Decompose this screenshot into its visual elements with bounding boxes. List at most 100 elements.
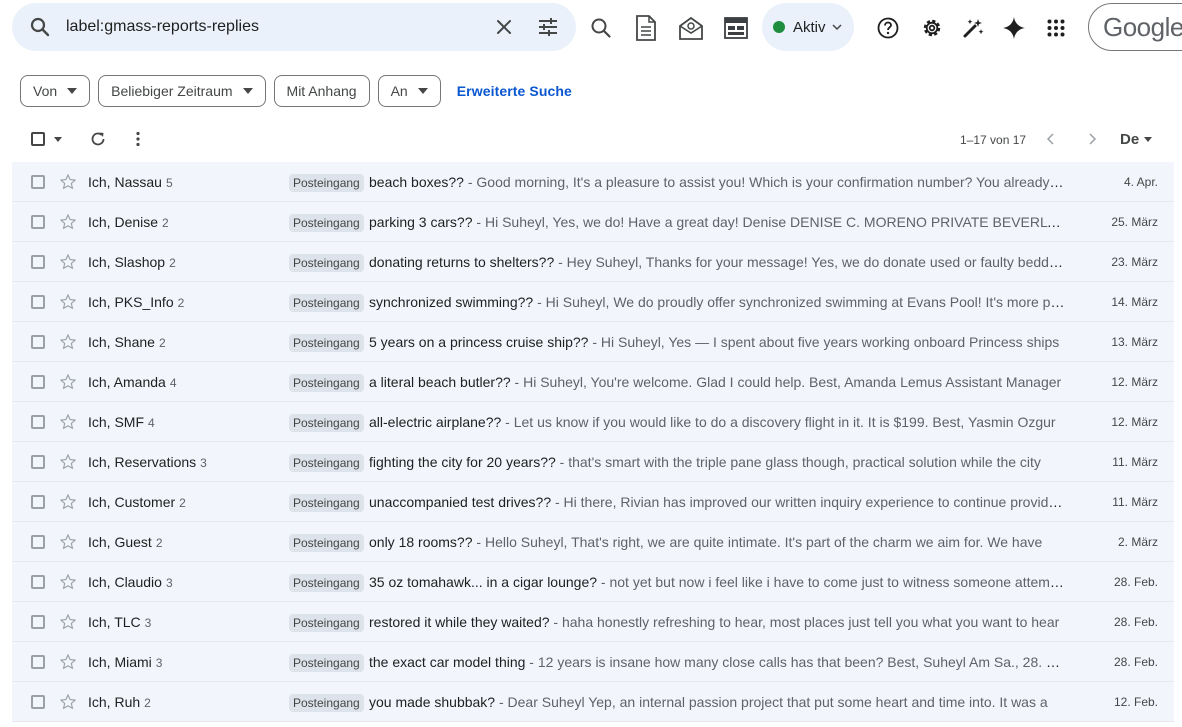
message-row[interactable]: Ich, Miami 3 Posteingang the exact car mo… (12, 642, 1174, 682)
row-checkbox[interactable] (31, 615, 45, 629)
caret-down-icon[interactable] (1144, 137, 1152, 142)
message-row[interactable]: Ich, SMF 4 Posteingang all-electric airpl… (12, 402, 1174, 442)
status-selector[interactable]: Aktiv (762, 3, 854, 51)
label-badge[interactable]: Posteingang (289, 614, 364, 632)
gmass-search-button[interactable] (581, 8, 621, 48)
message-content: donating returns to shelters?? - Hey Suh… (369, 242, 1065, 282)
star-icon[interactable] (59, 453, 77, 471)
chip-label: An (390, 83, 408, 99)
row-checkbox[interactable] (31, 495, 45, 509)
message-list: Ich, Nassau 5 Posteingang beach boxes?? -… (12, 162, 1174, 722)
message-row[interactable]: Ich, Nassau 5 Posteingang beach boxes?? -… (12, 162, 1174, 202)
row-checkbox[interactable] (31, 335, 45, 349)
star-icon[interactable] (59, 253, 77, 271)
thread-count: 2 (155, 536, 163, 550)
search-icon[interactable] (28, 15, 52, 39)
row-checkbox[interactable] (31, 575, 45, 589)
settings-button[interactable] (912, 8, 952, 48)
select-all-checkbox[interactable] (31, 132, 45, 146)
mail-merge-icon (679, 16, 703, 40)
label-badge[interactable]: Posteingang (289, 174, 364, 192)
chevron-left-icon[interactable] (1044, 132, 1058, 146)
star-icon[interactable] (59, 573, 77, 591)
chevron-right-icon[interactable] (1085, 132, 1099, 146)
clear-search-icon[interactable] (492, 15, 516, 39)
search-bar[interactable] (12, 3, 576, 51)
chip-has-attachment[interactable]: Mit Anhang (273, 75, 370, 107)
list-toolbar: 1–17 von 17 De (12, 122, 1174, 156)
apps-button[interactable] (1036, 8, 1076, 48)
row-checkbox[interactable] (31, 175, 45, 189)
mail-merge-button[interactable] (671, 8, 711, 48)
chip-from[interactable]: Von (20, 75, 91, 107)
label-badge[interactable]: Posteingang (289, 294, 364, 312)
star-icon[interactable] (59, 293, 77, 311)
message-content: synchronized swimming?? - Hi Suheyl, We … (369, 282, 1065, 322)
message-row[interactable]: Ich, Amanda 4 Posteingang a literal beach… (12, 362, 1174, 402)
star-icon[interactable] (59, 533, 77, 551)
star-icon[interactable] (59, 493, 77, 511)
google-account-button[interactable]: Google (1088, 3, 1182, 51)
label-badge[interactable]: Posteingang (289, 334, 364, 352)
label-badge[interactable]: Posteingang (289, 494, 364, 512)
message-row[interactable]: Ich, Customer 2 Posteingang unaccompanied… (12, 482, 1174, 522)
row-checkbox[interactable] (31, 695, 45, 709)
select-menu-caret-icon[interactable] (54, 137, 62, 142)
star-icon[interactable] (59, 693, 77, 711)
input-language-label[interactable]: De (1120, 131, 1139, 148)
star-icon[interactable] (59, 413, 77, 431)
message-row[interactable]: Ich, Shane 2 Posteingang 5 years on a pri… (12, 322, 1174, 362)
subject: you made shubbak? (369, 694, 496, 710)
label-badge[interactable]: Posteingang (289, 574, 364, 592)
label-badge[interactable]: Posteingang (289, 454, 364, 472)
chip-any-time[interactable]: Beliebiger Zeitraum (98, 75, 266, 107)
label-badge[interactable]: Posteingang (289, 254, 364, 272)
label-badge[interactable]: Posteingang (289, 534, 364, 552)
more-vert-icon[interactable] (134, 131, 142, 147)
message-row[interactable]: Ich, PKS_Info 2 Posteingang synchronized … (12, 282, 1174, 322)
label-badge[interactable]: Posteingang (289, 694, 364, 712)
label-badge[interactable]: Posteingang (289, 654, 364, 672)
message-row[interactable]: Ich, Denise 2 Posteingang parking 3 cars?… (12, 202, 1174, 242)
thread-count: 5 (165, 176, 173, 190)
sheets-button[interactable] (626, 8, 666, 48)
row-checkbox[interactable] (31, 655, 45, 669)
row-checkbox[interactable] (31, 375, 45, 389)
row-checkbox[interactable] (31, 255, 45, 269)
message-row[interactable]: Ich, Ruh 2 Posteingang you made shubbak? … (12, 682, 1174, 722)
gemini-tools-button[interactable] (954, 8, 994, 48)
message-row[interactable]: Ich, TLC 3 Posteingang restored it while … (12, 602, 1174, 642)
snippet: - Hi Suheyl, Yes, we do! Have a great da… (472, 214, 1065, 230)
star-icon[interactable] (59, 653, 77, 671)
star-icon[interactable] (59, 613, 77, 631)
gmass-button[interactable] (716, 8, 756, 48)
row-checkbox[interactable] (31, 215, 45, 229)
row-checkbox[interactable] (31, 415, 45, 429)
label-badge[interactable]: Posteingang (289, 374, 364, 392)
refresh-icon[interactable] (90, 131, 106, 147)
row-checkbox[interactable] (31, 455, 45, 469)
status-dot (773, 21, 785, 33)
chevron-down-icon (831, 24, 842, 31)
gemini-button[interactable] (994, 8, 1034, 48)
star-icon[interactable] (59, 213, 77, 231)
star-icon[interactable] (59, 333, 77, 351)
message-row[interactable]: Ich, Slashop 2 Posteingang donating retur… (12, 242, 1174, 282)
search-input[interactable] (66, 3, 466, 51)
advanced-search-link[interactable]: Erweiterte Suche (457, 83, 572, 99)
star-icon[interactable] (59, 173, 77, 191)
help-button[interactable] (868, 8, 908, 48)
label-badge[interactable]: Posteingang (289, 414, 364, 432)
label-badge[interactable]: Posteingang (289, 214, 364, 232)
search-options-icon[interactable] (536, 15, 560, 39)
message-row[interactable]: Ich, Reservations 3 Posteingang fighting … (12, 442, 1174, 482)
message-row[interactable]: Ich, Claudio 3 Posteingang 35 oz tomahawk… (12, 562, 1174, 602)
message-row[interactable]: Ich, Guest 2 Posteingang only 18 rooms?? … (12, 522, 1174, 562)
star-icon[interactable] (59, 373, 77, 391)
subject: a literal beach butler?? (369, 374, 511, 390)
message-content: fighting the city for 20 years?? - that'… (369, 442, 1065, 482)
chip-to[interactable]: An (377, 75, 441, 107)
row-checkbox[interactable] (31, 535, 45, 549)
row-checkbox[interactable] (31, 295, 45, 309)
message-date: 28. Feb. (1113, 615, 1158, 629)
